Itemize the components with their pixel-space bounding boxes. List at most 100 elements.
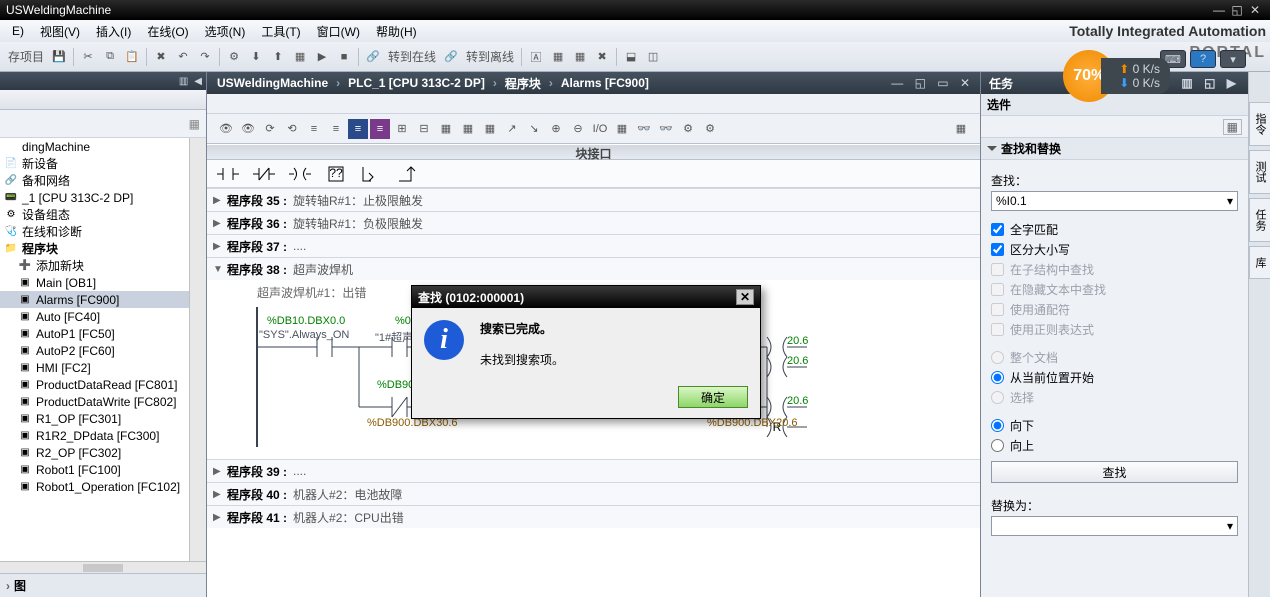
tree-item[interactable]: ➕添加新块 — [0, 257, 189, 274]
segment-header[interactable]: ▼程序段 38 :超声波焊机 — [207, 258, 980, 280]
lad-branch-close-icon[interactable] — [397, 165, 419, 183]
save-icon[interactable]: 💾 — [49, 47, 69, 67]
go-online-icon[interactable]: 🔗 — [363, 47, 383, 67]
et-18-icon[interactable]: I/O — [590, 119, 610, 139]
chip-help-icon[interactable]: ? — [1190, 50, 1216, 68]
caret-right-icon[interactable]: ▶ — [213, 489, 227, 500]
et-23-icon[interactable]: ⚙ — [700, 119, 720, 139]
caret-right-icon[interactable]: ▶ — [213, 195, 227, 206]
undo-icon[interactable]: ↶ — [173, 47, 193, 67]
ed-close-icon[interactable]: ✕ — [960, 76, 974, 90]
crumb-0[interactable]: USWeldingMachine — [213, 76, 332, 90]
go-offline-label[interactable]: 转到离线 — [462, 48, 518, 65]
tree-item[interactable]: 🩺在线和诊断 — [0, 223, 189, 240]
compile-icon[interactable]: ⚙ — [224, 47, 244, 67]
save-project-label[interactable]: 存项目 — [4, 48, 48, 65]
r-rest-icon[interactable]: ◱ — [1204, 76, 1219, 90]
segment-header[interactable]: ▶程序段 39 :.... — [207, 460, 980, 482]
ed-max-icon[interactable]: ▭ — [937, 76, 952, 90]
segment-header[interactable]: ▶程序段 41 :机器人#2：CPU出错 — [207, 506, 980, 528]
ed-min-icon[interactable]: — — [891, 76, 907, 90]
et-12-icon[interactable]: ▦ — [458, 119, 478, 139]
rb-from-current[interactable]: 从当前位置开始 — [991, 367, 1238, 387]
find-button[interactable]: 查找 — [991, 461, 1238, 483]
start-icon[interactable]: ▶ — [312, 47, 332, 67]
tree-item[interactable]: dingMachine — [0, 138, 189, 155]
tree-item[interactable]: ▣Auto [FC40] — [0, 308, 189, 325]
tree-item[interactable]: ▣ProductDataRead [FC801] — [0, 376, 189, 393]
lad-coil-icon[interactable] — [289, 165, 311, 183]
rb-whole-doc[interactable]: 整个文档 — [991, 347, 1238, 367]
tree-opt-icon[interactable]: ▦ — [189, 117, 200, 131]
et-11-icon[interactable]: ▦ — [436, 119, 456, 139]
et-3-icon[interactable]: ⟳ — [260, 119, 280, 139]
redo-icon[interactable]: ↷ — [195, 47, 215, 67]
vtab-test[interactable]: 测试 — [1249, 150, 1270, 194]
et-20-icon[interactable]: 👓 — [634, 119, 654, 139]
lad-contact-no-icon[interactable] — [217, 165, 239, 183]
tree-footer-tab[interactable]: › 图 — [0, 573, 206, 597]
caret-right-icon[interactable]: ▶ — [213, 466, 227, 477]
tree-item[interactable]: ▣ProductDataWrite [FC802] — [0, 393, 189, 410]
dropdown-icon[interactable]: ▾ — [1227, 519, 1233, 533]
et-4-icon[interactable]: ⟲ — [282, 119, 302, 139]
et-6-icon[interactable]: ≡ — [326, 119, 346, 139]
r-pin-icon[interactable]: ▥ — [1181, 76, 1196, 90]
tree-item[interactable]: 🔗备和网络 — [0, 172, 189, 189]
et-8-icon[interactable]: ≡ — [370, 119, 390, 139]
et-2-icon[interactable]: 👁 — [238, 119, 258, 139]
sim-icon[interactable]: ▦ — [290, 47, 310, 67]
tree-item[interactable]: ⚙设备组态 — [0, 206, 189, 223]
caret-right-icon[interactable]: ▶ — [213, 241, 227, 252]
c-icon[interactable]: ▦ — [570, 47, 590, 67]
caret-right-icon[interactable]: ▶ — [213, 218, 227, 229]
crumb-2[interactable]: 程序块 — [501, 75, 545, 92]
et-19-icon[interactable]: ▦ — [612, 119, 632, 139]
menu-insert[interactable]: 插入(I) — [88, 23, 139, 40]
vtab-library[interactable]: 库 — [1249, 246, 1270, 279]
dropdown-icon[interactable]: ▾ — [1227, 194, 1233, 208]
cb-wildcard[interactable]: 使用通配符 — [991, 299, 1238, 319]
menu-view[interactable]: 视图(V) — [32, 23, 88, 40]
project-tree[interactable]: dingMachine📄新设备🔗备和网络📟_1 [CPU 313C-2 DP]⚙… — [0, 138, 189, 561]
menu-online[interactable]: 在线(O) — [139, 23, 196, 40]
et-21-icon[interactable]: 👓 — [656, 119, 676, 139]
a-icon[interactable]: 🄰 — [526, 47, 546, 67]
rb-down[interactable]: 向下 — [991, 415, 1238, 435]
crumb-3[interactable]: Alarms [FC900] — [557, 76, 653, 90]
et-14-icon[interactable]: ↗ — [502, 119, 522, 139]
et-5-icon[interactable]: ≡ — [304, 119, 324, 139]
restore-icon[interactable]: ◱ — [1228, 3, 1246, 17]
r-arrow-icon[interactable]: ▶ — [1227, 76, 1240, 90]
et-15-icon[interactable]: ↘ — [524, 119, 544, 139]
opt-tool-icon[interactable]: ▦ — [1223, 119, 1242, 135]
menu-options[interactable]: 选项(N) — [197, 23, 254, 40]
lad-contact-nc-icon[interactable] — [253, 165, 275, 183]
tree-item[interactable]: 📟_1 [CPU 313C-2 DP] — [0, 189, 189, 206]
split-v-icon[interactable]: ◫ — [643, 47, 663, 67]
find-input[interactable]: %I0.1▾ — [991, 191, 1238, 211]
minimize-icon[interactable]: — — [1210, 3, 1228, 17]
rb-up[interactable]: 向上 — [991, 435, 1238, 455]
menu-tools[interactable]: 工具(T) — [253, 23, 308, 40]
tree-item[interactable]: ▣Alarms [FC900] — [0, 291, 189, 308]
go-online-label[interactable]: 转到在线 — [384, 48, 440, 65]
dialog-titlebar[interactable]: 查找 (0102:000001) ✕ — [412, 286, 760, 308]
upload-icon[interactable]: ⬆ — [268, 47, 288, 67]
ok-button[interactable]: 确定 — [678, 386, 748, 408]
h-scroll-thumb[interactable] — [83, 564, 123, 572]
et-13-icon[interactable]: ▦ — [480, 119, 500, 139]
left-arrow-icon[interactable]: ◀ — [194, 76, 202, 87]
cut-icon[interactable]: ✂ — [78, 47, 98, 67]
close-icon[interactable]: ✕ — [1246, 3, 1264, 17]
et-7-icon[interactable]: ≡ — [348, 119, 368, 139]
download-icon[interactable]: ⬇ — [246, 47, 266, 67]
menu-window[interactable]: 窗口(W) — [309, 23, 368, 40]
et-10-icon[interactable]: ⊟ — [414, 119, 434, 139]
segment-header[interactable]: ▶程序段 35 :旋转轴R#1：止极限触发 — [207, 189, 980, 211]
tree-item[interactable]: 📄新设备 — [0, 155, 189, 172]
tree-item[interactable]: ▣R1R2_DPdata [FC300] — [0, 427, 189, 444]
tree-item[interactable]: ▣R1_OP [FC301] — [0, 410, 189, 427]
lad-branch-open-icon[interactable] — [361, 165, 383, 183]
replace-input[interactable]: ▾ — [991, 516, 1238, 536]
